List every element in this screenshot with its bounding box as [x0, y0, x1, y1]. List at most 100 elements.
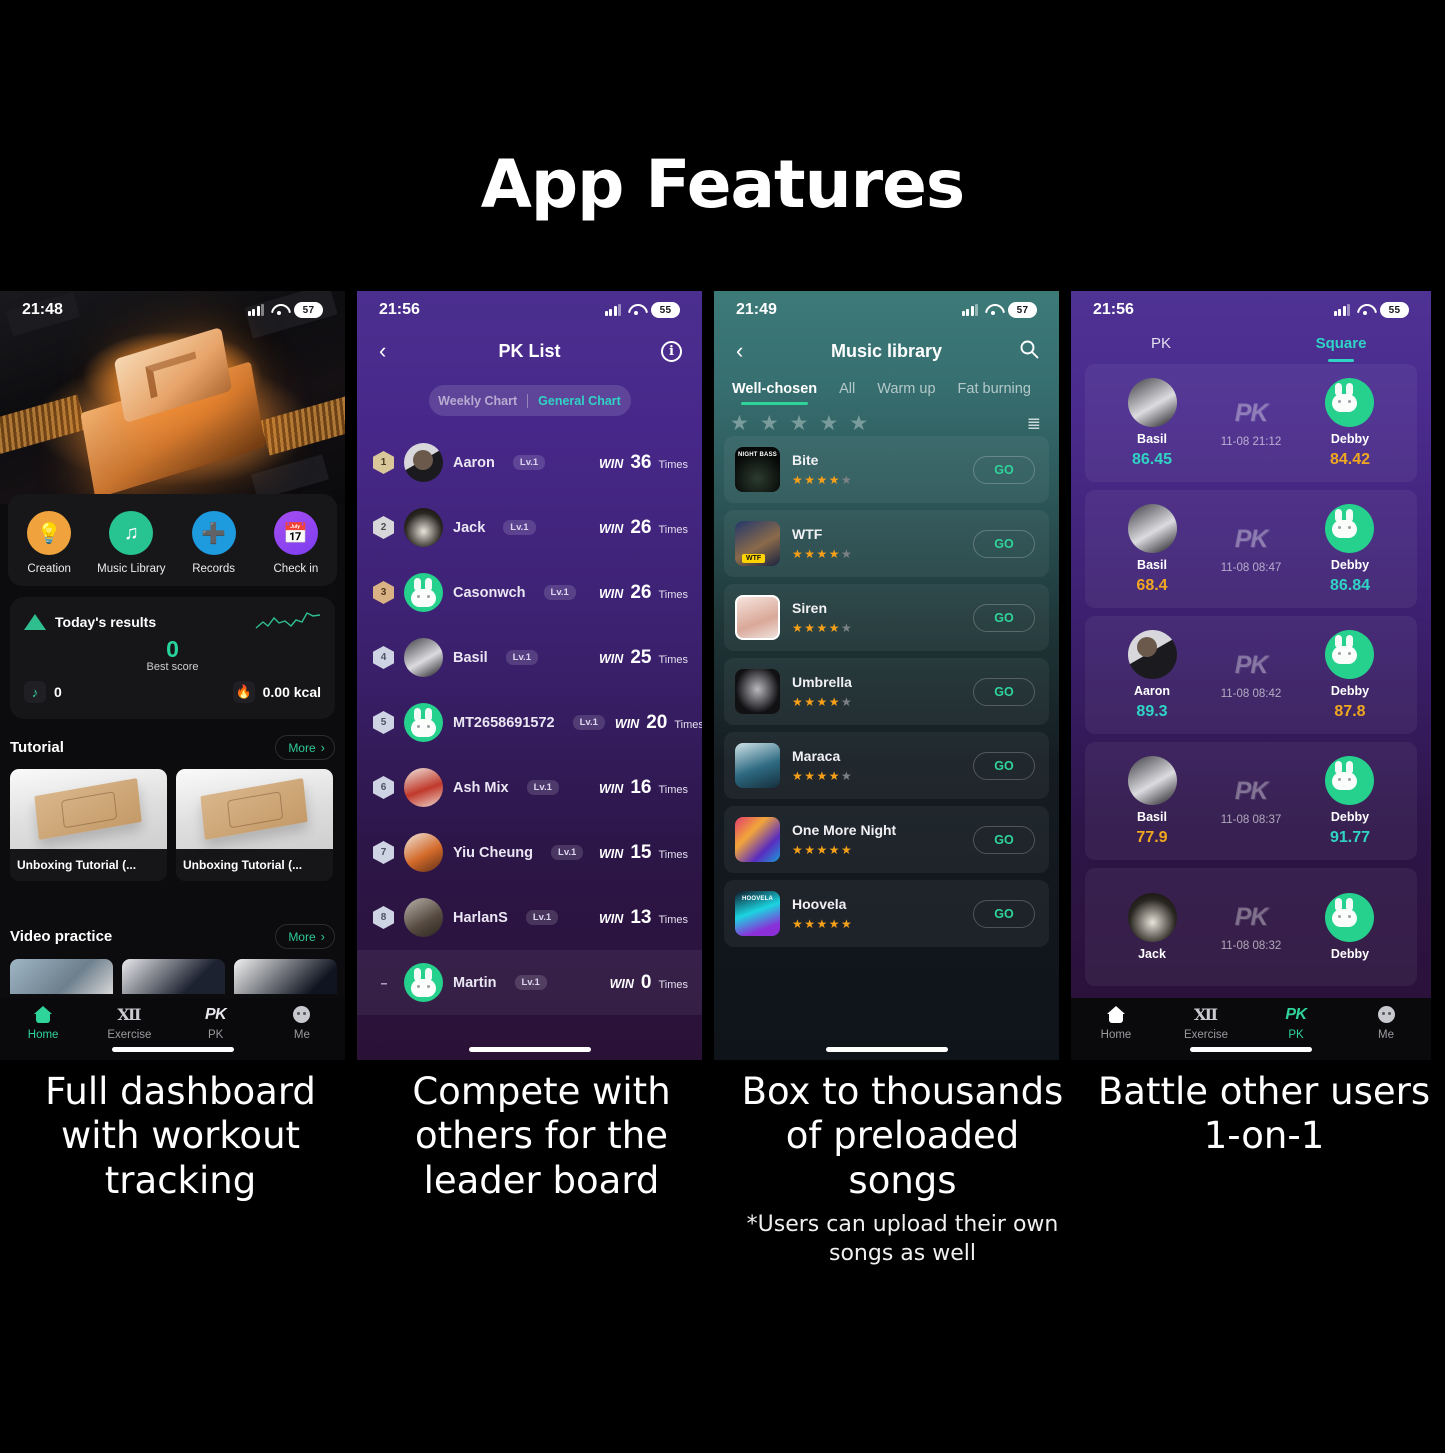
list-item[interactable]: Siren ★★★★★ GO: [724, 584, 1049, 651]
song-rating: ★★★★★: [792, 547, 854, 561]
quick-action-check-in[interactable]: 📅 Check in: [257, 511, 335, 575]
list-item[interactable]: Basil 77.9 PK 11-08 08:37 Debby 91.77: [1085, 742, 1417, 860]
star-filter-2[interactable]: ★: [760, 411, 779, 436]
go-button[interactable]: GO: [973, 751, 1035, 780]
quick-action-label: Check in: [273, 563, 319, 575]
star-filter-5[interactable]: ★: [849, 411, 868, 436]
chart-segmented-control[interactable]: Weekly Chart General Chart: [428, 385, 631, 416]
tab-home[interactable]: Home: [0, 1004, 86, 1041]
page-title: App Features: [480, 146, 965, 223]
tab-home[interactable]: Home: [1071, 1004, 1161, 1041]
info-button[interactable]: i: [661, 340, 682, 362]
search-button[interactable]: [1019, 339, 1039, 364]
todays-results-card[interactable]: Today's results 0 Best score ♪ 0 🔥 0.00 …: [10, 597, 335, 719]
phone-music-library: 21:49 57 ‹ Music library Well-chosen All…: [714, 291, 1059, 1060]
tab-pk[interactable]: PK PK: [1251, 1004, 1341, 1042]
lightbulb-icon: 💡: [27, 511, 72, 555]
rank-badge: 1: [373, 451, 394, 474]
results-title: Today's results: [55, 614, 157, 630]
video-practice-more-button[interactable]: More ›: [275, 924, 335, 949]
back-icon[interactable]: ‹: [736, 340, 743, 362]
caption-text: Box to thousands of preloaded songs: [741, 1070, 1064, 1202]
tab-square[interactable]: Square: [1251, 335, 1431, 364]
page-title: Music library: [830, 340, 943, 361]
avatar: [404, 768, 443, 807]
tab-warm-up[interactable]: Warm up: [877, 381, 935, 405]
quick-action-records[interactable]: ➕ Records: [175, 511, 253, 575]
list-item[interactable]: Jack PK 11-08 08:32 Debby: [1085, 868, 1417, 986]
go-button[interactable]: GO: [973, 455, 1035, 484]
list-item[interactable]: HOOVELA Hoovela ★★★★★ GO: [724, 880, 1049, 947]
player-name: Aaron: [1133, 683, 1171, 698]
go-button[interactable]: GO: [973, 677, 1035, 706]
win-count: 20: [646, 711, 668, 733]
list-item[interactable]: Umbrella ★★★★★ GO: [724, 658, 1049, 725]
list-item[interactable]: Basil 86.45 PK 11-08 21:12 Debby 84.42: [1085, 364, 1417, 482]
tutorial-card[interactable]: Unboxing Tutorial (...: [176, 769, 333, 881]
table-row[interactable]: 1 Aaron Lv.1 WIN 36 Times: [357, 430, 702, 495]
go-button[interactable]: GO: [973, 603, 1035, 632]
win-count: 36: [630, 451, 652, 473]
star-filter-1[interactable]: ★: [730, 411, 749, 436]
quick-action-creation[interactable]: 💡 Creation: [10, 511, 88, 575]
video-practice-card[interactable]: [234, 959, 337, 994]
table-row[interactable]: 6 Ash Mix Lv.1 WIN 16 Times: [357, 755, 702, 820]
quick-action-music-library[interactable]: ♫ Music Library: [92, 511, 170, 575]
table-row[interactable]: 7 Yiu Cheung Lv.1 WIN 15 Times: [357, 820, 702, 885]
video-practice-card[interactable]: [122, 959, 225, 994]
caption-text: Battle other users 1-on-1: [1097, 1070, 1431, 1158]
win-label: WIN: [599, 651, 624, 666]
table-row[interactable]: 3 Casonwch Lv.1 WIN 26 Times: [357, 560, 702, 625]
tab-well-chosen[interactable]: Well-chosen: [732, 381, 817, 405]
star-filter-4[interactable]: ★: [819, 411, 838, 436]
go-button[interactable]: GO: [973, 899, 1035, 928]
tab-me[interactable]: Me: [1341, 1004, 1431, 1041]
tab-fat-burning[interactable]: Fat burning: [958, 381, 1031, 405]
video-practice-card[interactable]: [10, 959, 113, 994]
table-row-current-user[interactable]: -- Martin Lv.1 WIN 0 Times: [357, 950, 702, 1015]
battery-indicator: 55: [1380, 302, 1409, 318]
star-filter-3[interactable]: ★: [790, 411, 809, 436]
segment-general-chart[interactable]: General Chart: [538, 394, 621, 408]
times-label: Times: [658, 653, 688, 666]
table-row[interactable]: 2 Jack Lv.1 WIN 26 Times: [357, 495, 702, 560]
home-indicator: [111, 1047, 234, 1052]
sort-icon[interactable]: ≣: [1027, 414, 1041, 434]
mountain-icon: [24, 614, 46, 630]
table-row[interactable]: 5 MT2658691572 Lv.1 WIN 20 Times: [357, 690, 702, 755]
list-item[interactable]: WTF WTF ★★★★★ GO: [724, 510, 1049, 577]
rank-badge: --: [380, 975, 388, 990]
go-button[interactable]: GO: [973, 825, 1035, 854]
list-item[interactable]: NIGHT BASS Bite ★★★★★ GO: [724, 436, 1049, 503]
tutorial-card-title: Unboxing Tutorial (...: [17, 858, 137, 872]
list-item[interactable]: One More Night ★★★★★ GO: [724, 806, 1049, 873]
tab-pk[interactable]: PK: [1071, 335, 1251, 364]
player-name: Basil: [1137, 809, 1167, 824]
list-item[interactable]: Maraca ★★★★★ GO: [724, 732, 1049, 799]
status-bar: 21:56 55: [357, 291, 702, 329]
tutorial-card[interactable]: Unboxing Tutorial (...: [10, 769, 167, 881]
tab-exercise[interactable]: Ⅻ Exercise: [86, 1004, 172, 1041]
caption-battle: Battle other users 1-on-1: [1083, 1070, 1445, 1268]
tab-me[interactable]: Me: [259, 1004, 345, 1041]
tutorial-card-title: Unboxing Tutorial (...: [183, 858, 303, 872]
back-icon[interactable]: ‹: [379, 340, 386, 362]
tab-all[interactable]: All: [839, 381, 855, 405]
tutorial-more-button[interactable]: More ›: [275, 735, 335, 760]
song-title: Siren: [792, 600, 828, 616]
quick-action-label: Music Library: [97, 563, 166, 575]
table-row[interactable]: 8 HarlanS Lv.1 WIN 13 Times: [357, 885, 702, 950]
tab-exercise[interactable]: Ⅻ Exercise: [1161, 1004, 1251, 1041]
level-badge: Lv.1: [572, 715, 605, 730]
phone-screenshot-strip: 21:48 57 💡 Creation ♫ Music Library ➕ Re…: [0, 291, 1445, 1060]
tutorial-section-header: Tutorial More ›: [10, 735, 335, 760]
segment-weekly-chart[interactable]: Weekly Chart: [438, 394, 517, 408]
song-rating: ★★★★★: [792, 769, 854, 783]
list-item[interactable]: Basil 68.4 PK 11-08 08:47 Debby 86.84: [1085, 490, 1417, 608]
win-count: 15: [630, 841, 652, 863]
status-bar: 21:48 57: [0, 291, 345, 329]
table-row[interactable]: 4 Basil Lv.1 WIN 25 Times: [357, 625, 702, 690]
list-item[interactable]: Aaron 89.3 PK 11-08 08:42 Debby 87.8: [1085, 616, 1417, 734]
tab-pk[interactable]: PK PK: [173, 1004, 259, 1042]
go-button[interactable]: GO: [973, 529, 1035, 558]
